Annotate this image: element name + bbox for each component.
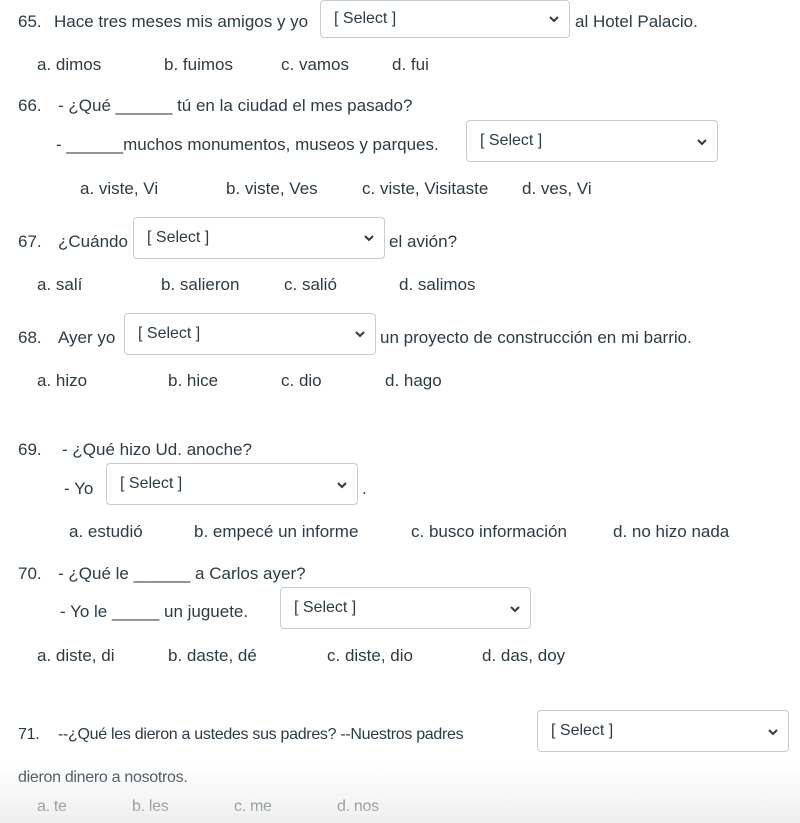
question-text: Hace tres meses mis amigos y yo bbox=[54, 12, 309, 31]
chevron-down-icon bbox=[549, 16, 559, 23]
option-a: a. diste, di bbox=[37, 646, 115, 665]
option-a: a. salí bbox=[37, 275, 83, 294]
answer-select-65[interactable]: [ Select ] bbox=[320, 0, 570, 38]
answer-select-70[interactable]: [ Select ] bbox=[280, 587, 531, 629]
question-text: - Yo le _____ un juguete. bbox=[60, 602, 249, 621]
question-text: un proyecto de construcción en mi barrio… bbox=[380, 328, 692, 347]
option-c: c. vamos bbox=[281, 55, 350, 74]
select-placeholder: [ Select ] bbox=[334, 10, 397, 27]
question-text: - Yo bbox=[64, 479, 94, 498]
question-text: - ______muchos monumentos, museos y parq… bbox=[56, 135, 439, 154]
question-number: 66. bbox=[18, 96, 42, 115]
question-text: Ayer yo bbox=[58, 328, 116, 347]
option-d: d. salimos bbox=[399, 275, 476, 294]
question-text: al Hotel Palacio. bbox=[575, 12, 698, 31]
option-c: c. me bbox=[234, 798, 272, 815]
question-number: 69. bbox=[18, 440, 42, 459]
option-c: c. busco información bbox=[411, 522, 567, 541]
question-text: dieron dinero a nosotros. bbox=[18, 769, 188, 786]
question-text: . bbox=[362, 479, 367, 498]
chevron-down-icon bbox=[337, 482, 347, 489]
question-text: - ¿Qué hizo Ud. anoche? bbox=[62, 440, 252, 459]
question-number: 71. bbox=[18, 726, 40, 743]
option-a: a. dimos bbox=[37, 55, 102, 74]
option-c: c. dio bbox=[281, 371, 322, 390]
option-d: d. hago bbox=[385, 371, 442, 390]
question-number: 68. bbox=[18, 328, 42, 347]
question-number: 67. bbox=[18, 232, 42, 251]
select-placeholder: [ Select ] bbox=[120, 475, 183, 492]
select-placeholder: [ Select ] bbox=[147, 229, 210, 246]
option-c: c. viste, Visitaste bbox=[362, 179, 489, 198]
select-placeholder: [ Select ] bbox=[138, 325, 201, 342]
question-text: --¿Qué les dieron a ustedes sus padres? … bbox=[58, 726, 464, 743]
chevron-down-icon bbox=[510, 606, 520, 613]
option-b: b. salieron bbox=[161, 275, 240, 294]
answer-select-66[interactable]: [ Select ] bbox=[466, 120, 718, 162]
option-b: b. hice bbox=[168, 371, 219, 390]
answer-select-67[interactable]: [ Select ] bbox=[133, 217, 385, 259]
question-number: 70. bbox=[18, 564, 42, 583]
option-a: a. te bbox=[37, 798, 67, 815]
option-d: d. fui bbox=[392, 55, 429, 74]
select-placeholder: [ Select ] bbox=[551, 722, 614, 739]
question-text: el avión? bbox=[389, 232, 458, 251]
select-placeholder: [ Select ] bbox=[294, 599, 357, 616]
option-b: b. empecé un informe bbox=[194, 522, 359, 541]
question-number: 65. bbox=[18, 12, 42, 31]
answer-select-69[interactable]: [ Select ] bbox=[106, 463, 358, 505]
select-placeholder: [ Select ] bbox=[480, 132, 543, 149]
option-b: b. fuimos bbox=[164, 55, 233, 74]
chevron-down-icon bbox=[364, 235, 374, 242]
option-a: a. estudió bbox=[69, 522, 143, 541]
chevron-down-icon bbox=[355, 331, 365, 338]
question-text: ¿Cuándo bbox=[58, 232, 128, 251]
option-d: d. no hizo nada bbox=[613, 522, 730, 541]
option-d: d. das, doy bbox=[482, 646, 566, 665]
option-a: a. viste, Vi bbox=[80, 179, 159, 198]
answer-select-71[interactable]: [ Select ] bbox=[537, 710, 789, 752]
question-text: - ¿Qué le ______ a Carlos ayer? bbox=[58, 564, 306, 583]
answer-select-68[interactable]: [ Select ] bbox=[124, 313, 376, 355]
chevron-down-icon bbox=[768, 729, 778, 736]
option-b: b. daste, dé bbox=[168, 646, 257, 665]
option-c: c. diste, dio bbox=[327, 646, 413, 665]
question-text: - ¿Qué ______ tú en la ciudad el mes pas… bbox=[58, 96, 413, 115]
option-d: d. nos bbox=[337, 798, 379, 815]
chevron-down-icon bbox=[697, 139, 707, 146]
option-d: d. ves, Vi bbox=[522, 179, 592, 198]
option-c: c. salió bbox=[284, 275, 337, 294]
option-b: b. viste, Ves bbox=[226, 179, 318, 198]
option-b: b. les bbox=[132, 798, 169, 815]
option-a: a. hizo bbox=[37, 371, 88, 390]
